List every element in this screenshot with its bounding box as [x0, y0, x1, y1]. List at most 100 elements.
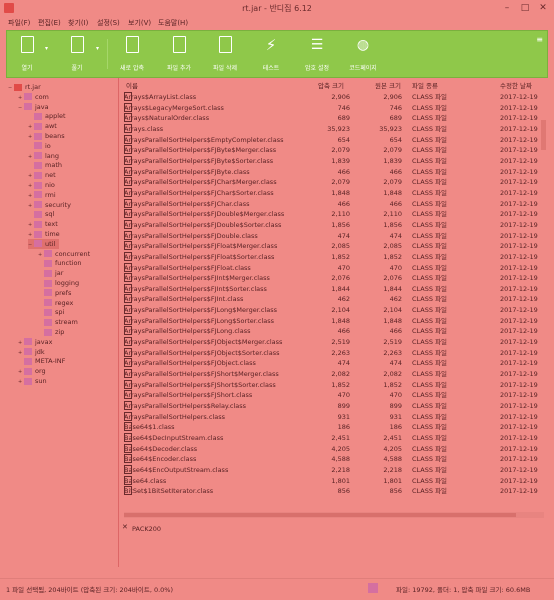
file-row[interactable]: ArraysParallelSortHelpers$Relay.class 899…	[120, 401, 538, 412]
file-row[interactable]: ArraysParallelSortHelpers$FJInt$Sorter.c…	[120, 283, 538, 295]
tree-item[interactable]: spi	[38, 307, 64, 317]
tree-item[interactable]: + beans	[28, 131, 65, 141]
horizontal-scroll-thumb[interactable]	[124, 513, 516, 517]
comment-close-icon[interactable]: ✕	[122, 523, 128, 531]
file-row[interactable]: ArraysParallelSortHelpers$FJByte.class 46…	[120, 166, 538, 178]
tree-item[interactable]: + net	[28, 170, 56, 180]
file-row[interactable]: ArraysParallelSortHelpers$FJChar$Sorter.…	[120, 187, 538, 199]
file-row[interactable]: ArraysParallelSortHelpers$FJLong.class 46…	[120, 326, 538, 337]
delete-file-button[interactable]: 파일 삭제	[207, 36, 243, 74]
file-row[interactable]: ArraysParallelSortHelpers$FJDouble.class…	[120, 230, 538, 242]
tree-item[interactable]: − java	[18, 102, 49, 112]
file-row[interactable]: Base64$EncOutputStream.class 2,218 2,218 CL…	[120, 464, 538, 476]
tree-item[interactable]: stream	[38, 317, 78, 327]
tree-item[interactable]: + com	[18, 92, 49, 102]
file-row[interactable]: ArraysParallelSortHelpers$FJChar.class 46…	[120, 198, 538, 210]
menu-edit[interactable]: 편집(E)	[38, 18, 61, 28]
file-row[interactable]: ArraysParallelSortHelpers.class 931 931 CLA…	[120, 411, 538, 423]
tree-item[interactable]: − rt.jar	[8, 82, 41, 92]
file-row[interactable]: ArraysParallelSortHelpers$FJFloat.class 4…	[120, 262, 538, 274]
codepage-button[interactable]: ◍ 코드페이지	[345, 36, 381, 74]
menu-find[interactable]: 찾기(I)	[68, 18, 88, 28]
file-row[interactable]: ArraysParallelSortHelpers$FJLong$Sorter.…	[120, 315, 538, 327]
column-header-compressed-size[interactable]: 압축 크기	[318, 80, 344, 90]
tree-item[interactable]: regex	[38, 298, 73, 308]
tree-item[interactable]: − util	[28, 238, 60, 249]
file-row[interactable]: ArraysParallelSortHelpers$FJShort$Merger…	[120, 369, 538, 380]
menu-help[interactable]: 도움말(H)	[158, 18, 188, 28]
maximize-button[interactable]: □	[518, 2, 532, 14]
column-header-modified-date[interactable]: 수정한 날짜	[500, 80, 532, 90]
file-row[interactable]: Base64$1.class 186 186 CLASS 파일 2017-12-19	[120, 422, 538, 433]
hamburger-menu-icon[interactable]: ≡	[536, 35, 543, 44]
add-file-button[interactable]: 파일 추가	[161, 36, 197, 74]
tree-item[interactable]: + nio	[28, 180, 55, 190]
tree-item[interactable]: + concurrent	[38, 249, 90, 259]
file-row[interactable]: BitSet$1BitSetIterator.class 856 856 CLASS …	[120, 486, 538, 497]
tree-item[interactable]: zip	[38, 327, 64, 337]
tree-item[interactable]: math	[28, 160, 62, 170]
tree-item[interactable]: + sun	[18, 376, 47, 386]
close-button[interactable]: ✕	[536, 2, 550, 14]
tree-item[interactable]: + rmi	[28, 190, 56, 200]
file-row[interactable]: Base64.class 1,801 1,801 CLASS 파일 2017-12-19	[120, 475, 538, 487]
vertical-scroll-thumb[interactable]	[541, 120, 546, 150]
vertical-scrollbar[interactable]	[540, 92, 548, 507]
column-header-original-size[interactable]: 원본 크기	[375, 80, 401, 90]
tree-item[interactable]: + awt	[28, 121, 57, 131]
tree-item[interactable]: + security	[28, 200, 71, 210]
file-row[interactable]: Base64$Encoder.class 4,588 4,588 CLASS 파일 20…	[120, 454, 538, 465]
file-row[interactable]: ArraysParallelSortHelpers$FJInt.class 462…	[120, 294, 538, 305]
tree-item[interactable]: function	[38, 258, 82, 268]
file-row[interactable]: ArraysParallelSortHelpers$FJObject$Sorte…	[120, 347, 538, 359]
new-archive-button[interactable]: 새로 압축	[114, 36, 150, 74]
tree-item[interactable]: logging	[38, 278, 79, 288]
menu-file[interactable]: 파일(F)	[8, 18, 30, 28]
tree-item[interactable]: jar	[38, 268, 63, 278]
open-dropdown-chevron-icon[interactable]: ▾	[45, 45, 51, 53]
file-row[interactable]: ArraysParallelSortHelpers$EmptyCompleter…	[120, 134, 538, 146]
file-row[interactable]: ArraysParallelSortHelpers$FJByte$Merger.…	[120, 145, 538, 156]
file-row[interactable]: ArraysParallelSortHelpers$FJObject$Merge…	[120, 337, 538, 348]
tree-item[interactable]: applet	[28, 111, 66, 121]
file-row[interactable]: Arrays$NaturalOrder.class 689 689 CLASS 파일 2…	[120, 113, 538, 124]
file-row[interactable]: ArraysParallelSortHelpers$FJInt$Merger.c…	[120, 273, 538, 284]
minimize-button[interactable]: –	[500, 2, 514, 14]
password-settings-button[interactable]: ☰ 암호 설정	[299, 36, 335, 74]
menu-settings[interactable]: 설정(S)	[97, 18, 120, 28]
tree-item[interactable]: + javax	[18, 337, 52, 347]
file-row[interactable]: Arrays$LegacyMergeSort.class 746 746 CLASS …	[120, 102, 538, 114]
file-row[interactable]: Arrays.class 35,923 35,923 CLASS 파일 2017-12-…	[120, 123, 538, 135]
tree-item[interactable]: sql	[28, 209, 54, 219]
file-row[interactable]: ArraysParallelSortHelpers$FJByte$Sorter.…	[120, 155, 538, 167]
file-row[interactable]: ArraysParallelSortHelpers$FJFloat$Merger…	[120, 241, 538, 252]
tree-item[interactable]: + time	[28, 229, 60, 239]
file-row[interactable]: Arrays$ArrayList.class 2,906 2,906 CLASS 파일…	[120, 92, 538, 103]
file-row[interactable]: ArraysParallelSortHelpers$FJChar$Merger.…	[120, 177, 538, 188]
file-row[interactable]: ArraysParallelSortHelpers$FJFloat$Sorter…	[120, 251, 538, 263]
tree-item[interactable]: + jdk	[18, 347, 45, 357]
tree-item[interactable]: + text	[28, 219, 58, 229]
extract-button[interactable]: 풀기	[59, 36, 95, 74]
file-row[interactable]: Base64$DecInputStream.class 2,451 2,451 CLA…	[120, 433, 538, 444]
column-header-file-type[interactable]: 파일 종류	[412, 80, 438, 90]
compressed-size-cell: 466	[337, 199, 350, 208]
extract-dropdown-chevron-icon[interactable]: ▾	[96, 45, 102, 53]
file-row[interactable]: ArraysParallelSortHelpers$FJDouble$Sorte…	[120, 219, 538, 231]
tree-item[interactable]: io	[28, 141, 51, 151]
tree-item[interactable]: + org	[18, 366, 46, 376]
tree-item[interactable]: prefs	[38, 288, 71, 298]
file-row[interactable]: ArraysParallelSortHelpers$FJLong$Merger.…	[120, 305, 538, 316]
tree-item[interactable]: + lang	[28, 151, 59, 161]
menu-view[interactable]: 보기(V)	[128, 18, 151, 28]
file-row[interactable]: ArraysParallelSortHelpers$FJObject.class…	[120, 358, 538, 369]
test-button[interactable]: ⚡ 테스트	[253, 36, 289, 74]
tree-item[interactable]: META-INF	[18, 356, 65, 366]
open-button[interactable]: 열기	[9, 36, 45, 74]
horizontal-scrollbar[interactable]	[124, 512, 544, 518]
file-row[interactable]: ArraysParallelSortHelpers$FJDouble$Merge…	[120, 209, 538, 220]
file-row[interactable]: ArraysParallelSortHelpers$FJShort$Sorter…	[120, 379, 538, 391]
file-row[interactable]: ArraysParallelSortHelpers$FJShort.class 4…	[120, 390, 538, 401]
file-row[interactable]: Base64$Decoder.class 4,205 4,205 CLASS 파일 20…	[120, 443, 538, 455]
column-header-name[interactable]: 이름	[126, 80, 138, 90]
